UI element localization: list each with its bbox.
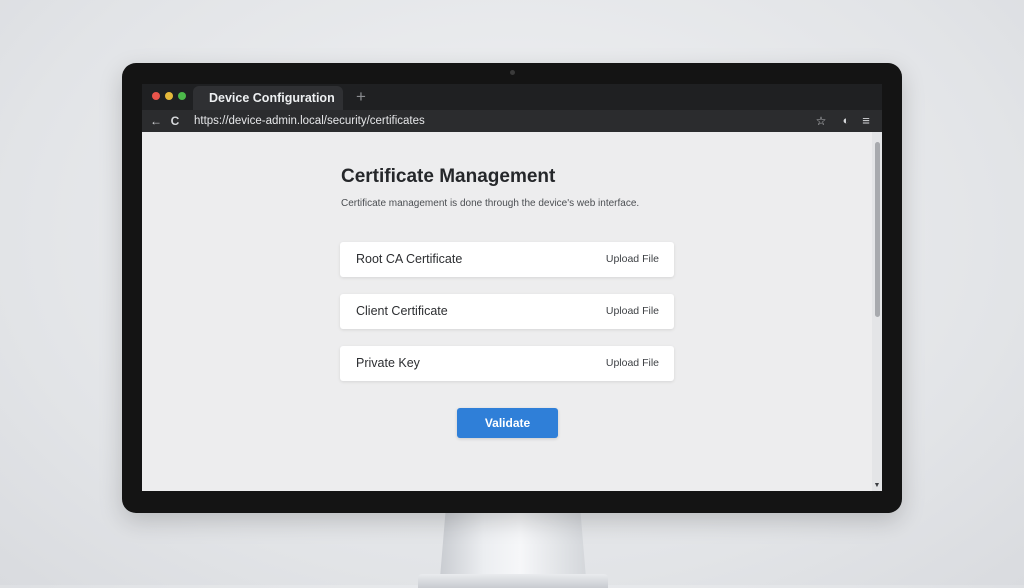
client-certificate-label: Client Certificate	[356, 304, 448, 318]
tab-bar: Device Configuration +	[142, 84, 882, 110]
validate-button[interactable]: Validate	[457, 408, 558, 438]
scroll-down-arrow-icon[interactable]: ▼	[872, 482, 882, 490]
new-tab-button[interactable]: +	[352, 87, 370, 107]
scrollbar[interactable]: ▼	[872, 132, 882, 491]
page-description: Certificate management is done through t…	[341, 198, 640, 209]
maximize-window-dot[interactable]	[178, 92, 186, 100]
bookmark-star-icon[interactable]: ☆	[813, 112, 829, 130]
private-key-row: Private Key Upload File	[340, 346, 674, 381]
minimize-window-dot[interactable]	[165, 92, 173, 100]
close-window-dot[interactable]	[152, 92, 160, 100]
client-certificate-row: Client Certificate Upload File	[340, 294, 674, 329]
back-arrow-icon[interactable]: ←	[148, 112, 164, 130]
page-viewport: Certificate Management Certificate manag…	[142, 132, 882, 491]
url-input[interactable]: https://device-admin.local/security/cert…	[186, 112, 832, 130]
tab-device-configuration[interactable]: Device Configuration	[193, 86, 343, 110]
profile-icon[interactable]: ◐	[838, 112, 854, 130]
reload-icon[interactable]: C	[167, 112, 183, 130]
monitor-base	[418, 574, 608, 588]
root-ca-certificate-label: Root CA Certificate	[356, 252, 463, 266]
webcam	[510, 70, 515, 75]
private-key-label: Private Key	[356, 356, 420, 370]
scrollbar-thumb[interactable]	[875, 142, 880, 317]
menu-icon[interactable]: ≡	[858, 112, 874, 130]
browser-window: Device Configuration + ← C https://devic…	[142, 84, 882, 491]
page-title: Certificate Management	[341, 166, 556, 187]
address-bar: ← C https://device-admin.local/security/…	[142, 110, 882, 132]
monitor-stand	[440, 508, 586, 578]
client-certificate-upload-button[interactable]: Upload File	[606, 294, 659, 329]
private-key-upload-button[interactable]: Upload File	[606, 346, 659, 381]
monitor-bezel: Device Configuration + ← C https://devic…	[122, 63, 902, 513]
root-ca-certificate-row: Root CA Certificate Upload File	[340, 242, 674, 277]
root-ca-upload-button[interactable]: Upload File	[606, 242, 659, 277]
